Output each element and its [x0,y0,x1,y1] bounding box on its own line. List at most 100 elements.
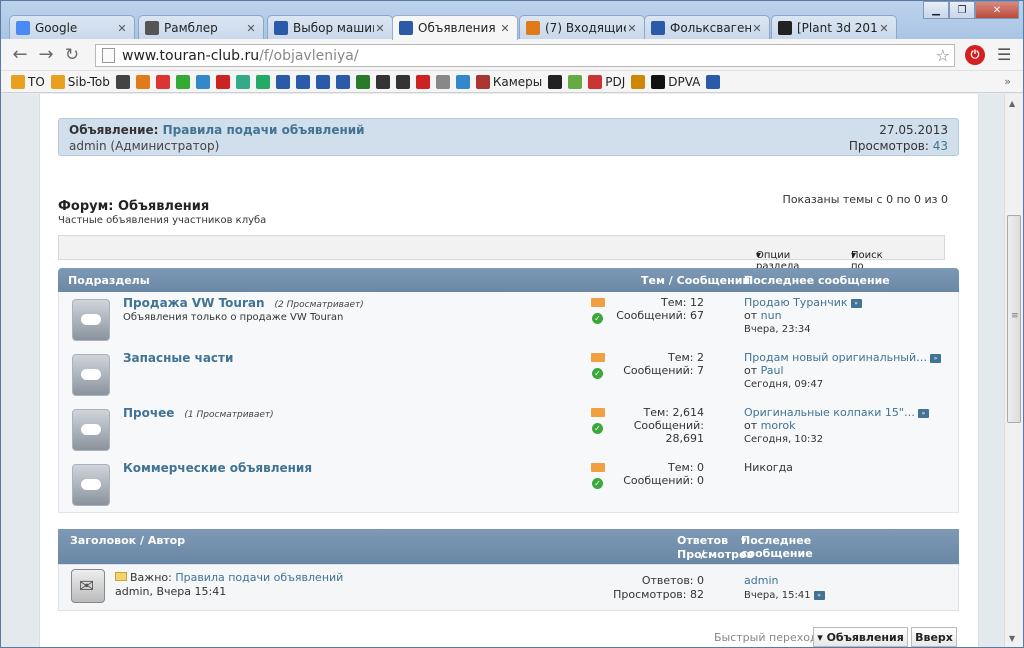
bookmark-item[interactable] [355,74,370,89]
go-to-post-icon[interactable]: » [850,299,862,308]
scroll-top-button[interactable]: Вверх [911,627,957,647]
bookmark-item[interactable]: DPVA [651,74,700,89]
subforum-link[interactable]: Продажа VW Touran [123,296,265,310]
bookmark-item[interactable] [195,74,210,89]
address-bar[interactable]: www.touran-club.ru/f/objavleniya/ ☆ [95,44,955,67]
announcement-link[interactable]: Правила подачи объявлений [163,123,365,137]
bookmark-item[interactable]: Sib-Tob [50,74,110,89]
bookmark-item[interactable]: PDJ [588,74,625,89]
bookmark-icon [395,74,410,89]
subforum-link[interactable]: Прочее [123,406,174,420]
subforum-posts: Сообщений: 0 [623,474,704,487]
views-count: 43 [932,139,948,153]
last-post-link[interactable]: Продам новый оригинальный… [744,351,927,364]
browser-tab[interactable]: [Plant 3d 2012]✕ [771,15,897,40]
rss-icon[interactable] [591,463,605,472]
bookmark-item[interactable] [548,74,563,89]
bookmark-item[interactable] [415,74,430,89]
bookmark-item[interactable] [455,74,470,89]
close-tab-icon[interactable]: ✕ [878,22,890,35]
bookmark-item[interactable] [275,74,290,89]
bookmark-item[interactable] [235,74,250,89]
views-label: Просмотров: [848,139,933,153]
back-arrow-icon[interactable]: ← [7,42,33,68]
reload-icon[interactable]: ↻ [59,42,85,68]
bookmark-item[interactable] [315,74,330,89]
bookmark-item[interactable] [155,74,170,89]
go-to-post-icon[interactable]: » [813,591,825,600]
last-post-user[interactable]: nun [761,309,782,322]
bookmark-item[interactable] [295,74,310,89]
bookmarks-overflow-icon[interactable]: » [1004,75,1011,88]
close-tab-icon[interactable]: ✕ [751,22,763,35]
last-post-link[interactable]: Оригинальные колпаки 15"… [744,406,915,419]
subforum-link[interactable]: Запасные части [123,351,233,365]
bookmark-item[interactable] [175,74,190,89]
last-post-user[interactable]: morok [761,419,796,432]
thread-row: Важно: Правила подачи объявлений admin, … [58,564,959,611]
scroll-up-icon[interactable]: ▲ [1009,99,1015,108]
threads-col-title[interactable]: Заголовок / Автор [70,534,185,547]
thread-title-link[interactable]: Правила подачи объявлений [175,571,343,584]
bookmark-item[interactable] [215,74,230,89]
page-viewport: Объявление: Правила подачи объявлений ad… [1,94,1004,647]
rss-icon[interactable] [591,408,605,417]
browser-tab[interactable]: Фольксваген П✕ [644,15,770,40]
bookmark-item[interactable] [435,74,450,89]
bookmark-item[interactable] [335,74,350,89]
thread-stats: Ответов: 0 Просмотров: 82 [613,574,704,602]
scroll-down-icon[interactable]: ▼ [1009,634,1015,643]
close-tab-icon[interactable]: ✕ [116,22,128,35]
browser-tab[interactable]: (7) Входящие -✕ [519,15,645,40]
bookmark-item[interactable] [706,74,721,89]
minimize-button[interactable]: ▁ [923,1,949,19]
quick-jump-value: Объявления [826,630,904,644]
bookmark-item[interactable] [395,74,410,89]
bookmark-item[interactable] [115,74,130,89]
tab-title: Google [35,21,78,35]
thread-author[interactable]: admin, Вчера 15:41 [115,585,226,598]
rss-icon[interactable] [591,353,605,362]
bookmark-item[interactable] [255,74,270,89]
bookmark-item[interactable] [375,74,390,89]
bookmark-icon [275,74,290,89]
forward-arrow-icon[interactable]: → [33,42,59,68]
go-to-post-icon[interactable]: » [930,354,942,363]
last-post-link[interactable]: Продаю Туранчик [744,296,848,309]
browser-tab[interactable]: Google ✕ [9,15,135,40]
rss-icon[interactable] [591,298,605,307]
google-icon [16,21,30,35]
go-to-post-icon[interactable]: » [918,409,929,418]
thread-last-user[interactable]: admin [744,574,778,587]
bookmark-item[interactable]: TO [11,74,45,89]
page-scrollbar[interactable]: ▲ ≡ ▼ [1004,94,1023,647]
scrollbar-thumb[interactable]: ≡ [1007,215,1021,423]
extension-icon[interactable]: ⏻ [965,45,985,65]
tab-title: [Plant 3d 2012] [797,21,878,35]
threads-col-stats[interactable]: Ответов / Просмотров [632,534,753,561]
maximize-button[interactable]: ❐ [949,1,975,19]
bookmark-item[interactable]: Камеры [475,74,542,89]
window-controls: ▁ ❐ ✕ [923,1,1019,19]
close-tab-icon[interactable]: ✕ [374,22,386,35]
bookmark-item[interactable] [135,74,150,89]
last-post-user[interactable]: Paul [761,364,784,377]
browser-tab[interactable]: Объявления - ✕ [392,15,518,40]
close-window-button[interactable]: ✕ [975,1,1019,19]
bookmark-star-icon[interactable]: ☆ [936,46,950,65]
subforum-last-post: Оригинальные колпаки 15"…» от morok Сегодн… [744,406,929,446]
close-tab-icon[interactable]: ✕ [499,22,511,35]
chrome-menu-icon[interactable]: ☰ [997,45,1011,64]
close-tab-icon[interactable]: ✕ [626,22,638,35]
page-icon [102,48,115,63]
bookmark-item[interactable] [631,74,646,89]
browser-tab[interactable]: Рамблер ✕ [138,15,264,40]
bookmark-icon [706,74,721,89]
close-tab-icon[interactable]: ✕ [245,22,257,35]
browser-tab[interactable]: Выбор машин ✕ [267,15,393,40]
last-post-time: Сегодня, 10:32 [744,434,824,445]
quick-jump-select[interactable]: ▾ Объявления [813,627,908,647]
plus-icon [778,21,792,35]
bookmark-item[interactable] [568,74,583,89]
subforum-link[interactable]: Коммерческие объявления [123,461,312,475]
